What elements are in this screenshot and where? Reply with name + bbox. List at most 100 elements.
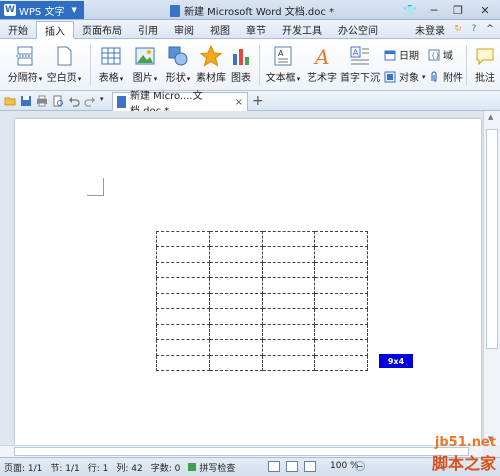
close-tab-icon[interactable]: × <box>235 97 243 108</box>
customize-dropdown-icon[interactable]: ▾ <box>100 95 112 107</box>
zoom-out-icon[interactable]: − <box>355 461 365 471</box>
login-link[interactable]: 未登录 <box>412 22 448 37</box>
field-button[interactable]: {} 域 <box>428 47 453 62</box>
app-menu-button[interactable]: W WPS 文字 ▼ <box>0 1 84 19</box>
document-tab[interactable]: 新建 Micro....文档.doc * × <box>112 91 248 117</box>
tab-insert[interactable]: 插入 <box>36 21 74 39</box>
tab-developer[interactable]: 开发工具 <box>274 20 330 38</box>
table-row[interactable] <box>156 230 368 248</box>
table-button[interactable]: 表格▾ <box>96 39 126 84</box>
print-preview-icon[interactable] <box>52 95 64 107</box>
add-tab-button[interactable]: + <box>252 93 264 109</box>
comment-button[interactable]: 批注 <box>470 39 500 84</box>
tab-page-layout[interactable]: 页面布局 <box>74 20 130 38</box>
table-cell[interactable] <box>261 308 316 325</box>
table-cell[interactable] <box>208 230 263 248</box>
table-row[interactable] <box>156 277 368 294</box>
table-cell[interactable] <box>314 339 368 356</box>
table-cell[interactable] <box>261 292 316 310</box>
inserted-table[interactable] <box>156 230 368 371</box>
table-cell[interactable] <box>156 339 210 356</box>
table-row[interactable] <box>156 339 368 356</box>
table-cell[interactable] <box>261 323 316 341</box>
table-cell[interactable] <box>314 246 368 263</box>
open-folder-icon[interactable] <box>4 95 16 107</box>
picture-button[interactable]: 图片▾ <box>130 39 160 84</box>
drop-cap-button[interactable]: A 首字下沉 <box>340 39 380 84</box>
table-cell[interactable] <box>156 292 210 310</box>
table-cell[interactable] <box>208 292 263 310</box>
table-cell[interactable] <box>314 277 368 294</box>
refresh-icon[interactable]: ↻ <box>452 23 464 35</box>
document-page[interactable] <box>15 119 481 445</box>
table-cell[interactable] <box>156 323 210 341</box>
vertical-scrollbar[interactable]: ▲ ▼ <box>483 111 500 445</box>
table-cell[interactable] <box>208 277 263 294</box>
table-cell[interactable] <box>208 246 263 263</box>
tab-view[interactable]: 视图 <box>202 20 238 38</box>
undo-icon[interactable] <box>68 95 80 107</box>
table-cell[interactable] <box>208 261 263 279</box>
table-cell[interactable] <box>314 292 368 310</box>
print-icon[interactable] <box>36 95 48 107</box>
chart-button[interactable]: 图表 <box>229 39 253 84</box>
table-row[interactable] <box>156 354 368 371</box>
redo-icon[interactable] <box>84 95 96 107</box>
table-cell[interactable] <box>314 261 368 279</box>
tab-review[interactable]: 审阅 <box>166 20 202 38</box>
table-row[interactable] <box>156 261 368 279</box>
web-view-icon[interactable] <box>304 461 316 472</box>
table-cell[interactable] <box>314 354 368 371</box>
table-row[interactable] <box>156 246 368 263</box>
spell-check-toggle[interactable]: 拼写检查 <box>188 461 235 474</box>
outline-view-icon[interactable] <box>286 461 298 472</box>
table-cell[interactable] <box>261 230 316 248</box>
save-icon[interactable] <box>20 95 32 107</box>
horizontal-scroll-thumb[interactable] <box>14 447 469 456</box>
page-view-icon[interactable] <box>268 461 280 472</box>
table-cell[interactable] <box>314 230 368 248</box>
table-cell[interactable] <box>261 277 316 294</box>
table-cell[interactable] <box>208 354 263 371</box>
collapse-ribbon-icon[interactable]: ^ <box>484 23 496 35</box>
textbox-button[interactable]: A 文本框▾ <box>263 39 303 84</box>
horizontal-scrollbar[interactable] <box>0 445 483 457</box>
table-cell[interactable] <box>261 339 316 356</box>
skin-button[interactable]: 👕 <box>398 0 422 20</box>
table-row[interactable] <box>156 308 368 325</box>
object-button[interactable]: 对象 ▾ <box>384 69 426 84</box>
table-cell[interactable] <box>156 261 210 279</box>
table-row[interactable] <box>156 292 368 310</box>
help-icon[interactable]: ? <box>468 23 480 35</box>
table-cell[interactable] <box>208 323 263 341</box>
tab-home[interactable]: 开始 <box>0 20 36 38</box>
table-cell[interactable] <box>261 261 316 279</box>
table-cell[interactable] <box>314 308 368 325</box>
scroll-up-icon[interactable]: ▲ <box>488 113 493 121</box>
table-cell[interactable] <box>261 246 316 263</box>
date-button[interactable]: 日期 <box>384 47 419 62</box>
table-cell[interactable] <box>314 323 368 341</box>
shapes-button[interactable]: 形状▾ <box>163 39 193 84</box>
table-cell[interactable] <box>261 354 316 371</box>
tab-office-space[interactable]: 办公空间 <box>330 20 386 38</box>
table-cell[interactable] <box>156 246 210 263</box>
art-text-button[interactable]: A 艺术字 <box>305 39 339 84</box>
table-cell[interactable] <box>208 339 263 356</box>
blank-page-button[interactable]: 空白页▾ <box>47 39 81 84</box>
tab-chapter[interactable]: 章节 <box>238 20 274 38</box>
material-library-button[interactable]: 素材库 <box>196 39 226 84</box>
tab-references[interactable]: 引用 <box>130 20 166 38</box>
page-break-button[interactable]: 分隔符▾ <box>6 39 44 84</box>
vertical-scroll-thumb[interactable] <box>486 129 498 349</box>
table-cell[interactable] <box>156 230 210 248</box>
table-cell[interactable] <box>156 354 210 371</box>
table-row[interactable] <box>156 323 368 341</box>
table-cell[interactable] <box>156 308 210 325</box>
restore-button[interactable]: ❐ <box>446 0 470 20</box>
close-button[interactable]: ✕ <box>470 0 500 20</box>
minimize-button[interactable]: ─ <box>422 0 446 20</box>
attachment-button[interactable]: 附件 <box>428 69 463 84</box>
table-cell[interactable] <box>156 277 210 294</box>
table-cell[interactable] <box>208 308 263 325</box>
